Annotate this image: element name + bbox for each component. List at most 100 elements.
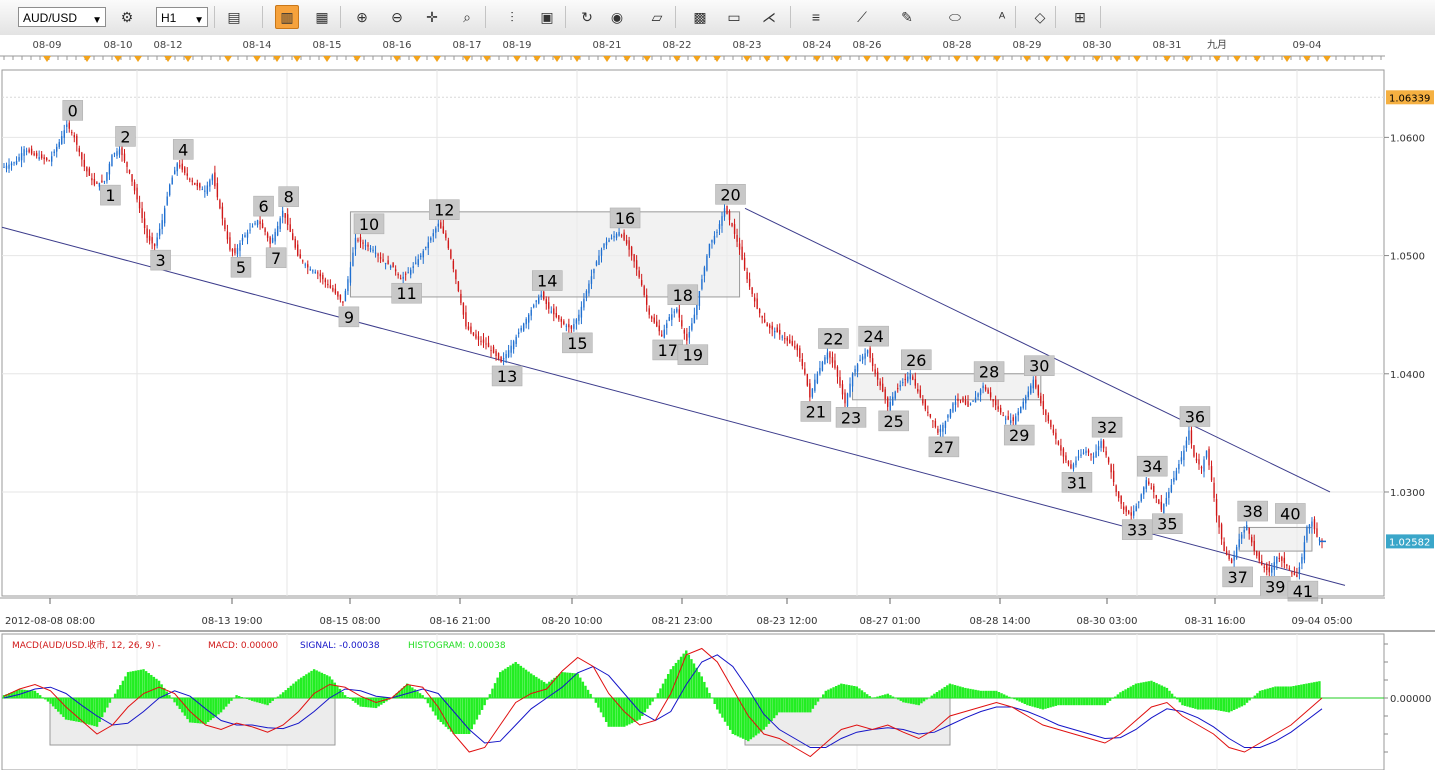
candle-body xyxy=(315,272,316,273)
candle-body xyxy=(355,238,356,249)
candle-body xyxy=(154,244,155,246)
macd-histogram-bar xyxy=(1205,698,1207,710)
candle-body xyxy=(895,392,896,399)
candlestick-icon[interactable]: ▥ xyxy=(275,5,299,29)
macd-histogram-bar xyxy=(897,698,899,699)
candle-body xyxy=(676,309,677,312)
candle-body xyxy=(106,172,107,181)
template-icon[interactable]: ▣ xyxy=(535,5,559,29)
candle-body xyxy=(940,429,941,432)
eraser-icon[interactable]: ◇ xyxy=(1028,5,1052,29)
bottom-date-label: 2012-08-08 08:00 xyxy=(5,616,95,627)
candle-body xyxy=(1023,402,1024,408)
top-date-label: 09-04 xyxy=(1292,40,1321,51)
candle-body xyxy=(177,163,178,171)
top-date-label: 08-21 xyxy=(592,40,621,51)
period-separator-icon[interactable]: ⫶ xyxy=(500,5,524,29)
macd-histogram-bar xyxy=(600,698,602,712)
chevron-down-icon: ▼ xyxy=(92,11,102,31)
globe-icon[interactable]: ◉ xyxy=(605,5,629,29)
candle-body xyxy=(970,404,971,405)
zoom-out-icon[interactable]: ⊖ xyxy=(385,5,409,29)
candle-body xyxy=(508,350,509,357)
candle-body xyxy=(1171,485,1172,492)
candle-body xyxy=(588,284,589,294)
candle-body xyxy=(867,350,868,353)
timeframe-select[interactable]: H1▼ xyxy=(156,7,208,27)
bar-chart-icon[interactable]: ▤ xyxy=(222,5,246,29)
candle-body xyxy=(1168,492,1169,498)
trendline-icon[interactable]: ⟋ xyxy=(850,5,874,29)
wave-label: 2 xyxy=(120,127,130,146)
candle-body xyxy=(593,269,594,273)
fan-icon[interactable]: ⋌ xyxy=(757,5,781,29)
candle-body xyxy=(912,377,913,380)
text-label-icon[interactable]: ᴬ xyxy=(990,5,1014,29)
fibonacci-icon[interactable]: ≡ xyxy=(804,5,828,29)
refresh-icon[interactable]: ↻ xyxy=(575,5,599,29)
image-icon[interactable]: ▩ xyxy=(688,5,712,29)
macd-histogram-bar xyxy=(1055,698,1057,706)
candle-body xyxy=(1090,454,1091,455)
chart-canvas[interactable]: 08-0908-1008-1208-1408-1508-1608-1708-19… xyxy=(0,35,1435,770)
macd-histogram-bar xyxy=(1277,686,1279,698)
macd-histogram-bar xyxy=(127,672,129,698)
macd-histogram-bar xyxy=(1173,697,1175,698)
macd-histogram-bar xyxy=(925,698,927,699)
pencil-icon[interactable]: ✎ xyxy=(895,5,919,29)
macd-histogram-bar xyxy=(825,691,827,698)
candle-body xyxy=(161,220,162,229)
macd-histogram-bar xyxy=(375,698,377,708)
candle-body xyxy=(1254,541,1255,551)
chart-area[interactable]: 08-0908-1008-1208-1408-1508-1608-1708-19… xyxy=(0,35,1435,770)
macd-histogram-bar xyxy=(83,698,85,723)
macd-histogram-bar xyxy=(840,684,842,698)
macd-histogram-bar xyxy=(1052,698,1054,707)
zoom-fit-icon[interactable]: ⌕ xyxy=(455,5,479,29)
candle-body xyxy=(367,245,368,247)
candle-body xyxy=(433,233,434,236)
candle-body xyxy=(232,249,233,251)
macd-histogram-bar xyxy=(1207,698,1209,710)
print-icon[interactable]: ▭ xyxy=(722,5,746,29)
candle-body xyxy=(764,319,765,322)
symbol-select[interactable]: AUD/USD▼ xyxy=(18,7,106,27)
candle-body xyxy=(704,267,705,276)
wave-label: 29 xyxy=(1009,426,1029,445)
candle-body xyxy=(1281,557,1282,561)
layout-icon[interactable]: ⊞ xyxy=(1068,5,1092,29)
crosshair-icon[interactable]: ✛ xyxy=(420,5,444,29)
zoom-in-icon[interactable]: ⊕ xyxy=(350,5,374,29)
macd-histogram-bar xyxy=(290,686,292,698)
candle-body xyxy=(656,322,657,327)
macd-histogram-bar xyxy=(295,681,297,698)
candle-body xyxy=(445,233,446,238)
candle-body xyxy=(774,331,775,332)
candle-body xyxy=(1161,502,1162,510)
ellipse-icon[interactable]: ⬭ xyxy=(943,5,967,29)
indicator-icon[interactable]: ⚙ xyxy=(115,5,139,29)
candle-body xyxy=(684,330,685,334)
candle-body xyxy=(525,319,526,324)
wave-label: 7 xyxy=(271,249,281,268)
macd-histogram-bar xyxy=(688,655,690,698)
candle-body xyxy=(1213,483,1214,498)
candle-body xyxy=(249,230,250,231)
candle-body xyxy=(922,399,923,403)
macd-histogram-bar xyxy=(879,696,881,698)
macd-histogram-bar xyxy=(1225,698,1227,712)
ruler-icon[interactable]: ▱ xyxy=(645,5,669,29)
macd-histogram-bar xyxy=(1223,698,1225,711)
candle-body xyxy=(151,237,152,243)
candle-body xyxy=(985,387,986,390)
macd-histogram-bar xyxy=(1003,694,1005,698)
macd-histogram-bar xyxy=(602,698,604,717)
candle-body xyxy=(54,152,55,153)
macd-histogram-bar xyxy=(967,688,969,698)
line-chart-icon[interactable]: ▦ xyxy=(310,5,334,29)
macd-histogram-bar xyxy=(253,698,255,702)
consolidation-box xyxy=(1239,527,1312,551)
candle-body xyxy=(207,185,208,193)
candle-body xyxy=(21,153,22,160)
macd-title: MACD(AUD/USD.收市, 12, 26, 9) - xyxy=(12,639,161,651)
